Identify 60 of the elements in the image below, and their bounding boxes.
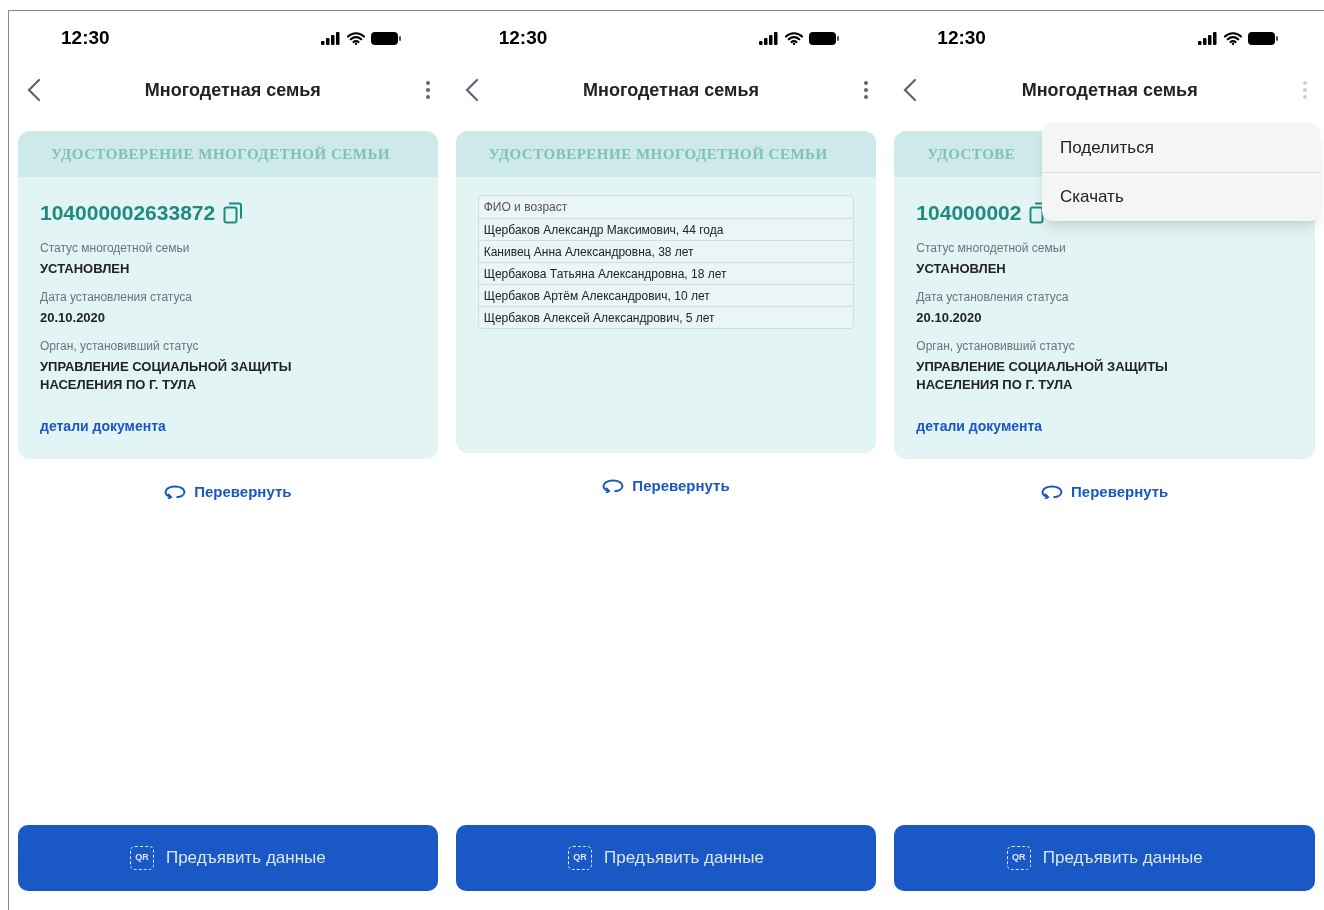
present-data-button[interactable]: QR Предъявить данные bbox=[455, 825, 877, 891]
table-header: ФИО и возраст bbox=[482, 199, 569, 216]
field-value: УПРАВЛЕНИЕ СОЦИАЛЬНОЙ ЗАЩИТЫ НАСЕЛЕНИЯ ПО Г. ТУЛА bbox=[40, 357, 293, 394]
more-icon[interactable] bbox=[863, 80, 870, 100]
table-cell: Канивец Анна Александровна, 38 лет bbox=[478, 240, 854, 262]
rotate-icon bbox=[1041, 484, 1063, 499]
qr-icon: QR bbox=[129, 846, 154, 870]
qr-icon: QR bbox=[568, 846, 593, 870]
card-title: УДОСТОВЕ bbox=[927, 144, 1016, 164]
wifi-icon bbox=[346, 31, 365, 45]
certificate-number: 104000002633872 bbox=[40, 200, 216, 226]
field-label: Статус многодетной семьи bbox=[916, 239, 1067, 257]
flip-button[interactable]: Перевернуть bbox=[602, 475, 730, 498]
table-cell: Щербакова Татьяна Александровна, 18 лет bbox=[478, 262, 854, 284]
wifi-icon bbox=[1224, 31, 1242, 45]
flip-button[interactable]: Перевернуть bbox=[1041, 480, 1169, 503]
table-cell: Щербаков Артём Александрович, 10 лет bbox=[478, 284, 854, 306]
battery-icon bbox=[370, 31, 401, 45]
battery-icon bbox=[809, 31, 840, 45]
field-value: УПРАВЛЕНИЕ СОЦИАЛЬНОЙ ЗАЩИТЫ НАСЕЛЕНИЯ ПО Г. ТУЛА bbox=[916, 357, 1169, 394]
status-time: 12:30 bbox=[498, 25, 548, 50]
signal-icon bbox=[320, 31, 341, 45]
copy-icon[interactable] bbox=[223, 201, 244, 224]
field-value: 20.10.2020 bbox=[916, 308, 983, 327]
rotate-icon bbox=[164, 484, 187, 499]
present-data-button[interactable]: QR Предъявить данные bbox=[894, 825, 1315, 891]
table-cell: Щербаков Алексей Александрович, 5 лет bbox=[478, 306, 854, 328]
status-time: 12:30 bbox=[61, 25, 110, 50]
screen-title: Многодетная семья bbox=[144, 78, 321, 102]
back-icon[interactable] bbox=[27, 78, 41, 102]
menu-item[interactable]: Скачать bbox=[1042, 172, 1320, 221]
certificate-number: 104000002 bbox=[916, 200, 1022, 226]
field-value: 20.10.2020 bbox=[40, 308, 107, 327]
present-data-button[interactable]: QR Предъявить данные bbox=[18, 825, 438, 891]
signal-icon bbox=[1198, 31, 1218, 45]
document-details-link[interactable]: детали документа bbox=[40, 415, 166, 437]
screen-title: Многодетная семья bbox=[1021, 78, 1198, 102]
qr-icon: QR bbox=[1006, 846, 1031, 870]
screen-title: Многодетная семья bbox=[583, 78, 759, 102]
back-icon[interactable] bbox=[903, 78, 918, 102]
table-cell: Щербаков Александр Максимович, 44 года bbox=[478, 218, 854, 240]
more-icon[interactable] bbox=[424, 80, 431, 100]
battery-icon bbox=[1248, 31, 1278, 45]
signal-icon bbox=[759, 31, 780, 45]
menu-item[interactable]: Поделиться bbox=[1042, 123, 1320, 172]
field-label: Дата установления статуса bbox=[40, 288, 193, 306]
wifi-icon bbox=[785, 31, 804, 45]
field-label: Орган, установивший статус bbox=[916, 337, 1076, 355]
status-time: 12:30 bbox=[937, 25, 986, 50]
field-value: УСТАНОВЛЕН bbox=[40, 259, 131, 278]
back-icon[interactable] bbox=[464, 78, 479, 102]
field-value: УСТАНОВЛЕН bbox=[916, 259, 1007, 278]
flip-button[interactable]: Перевернуть bbox=[164, 480, 292, 503]
card-title: УДОСТОВЕРЕНИЕ МНОГОДЕТНОЙ СЕМЬИ bbox=[488, 144, 828, 164]
card-title: УДОСТОВЕРЕНИЕ МНОГОДЕТНОЙ СЕМЬИ bbox=[51, 144, 390, 164]
document-details-link[interactable]: детали документа bbox=[916, 415, 1043, 437]
rotate-icon bbox=[602, 479, 625, 494]
field-label: Дата установления статуса bbox=[916, 288, 1070, 306]
field-label: Статус многодетной семьи bbox=[40, 239, 191, 257]
field-label: Орган, установивший статус bbox=[40, 337, 200, 355]
